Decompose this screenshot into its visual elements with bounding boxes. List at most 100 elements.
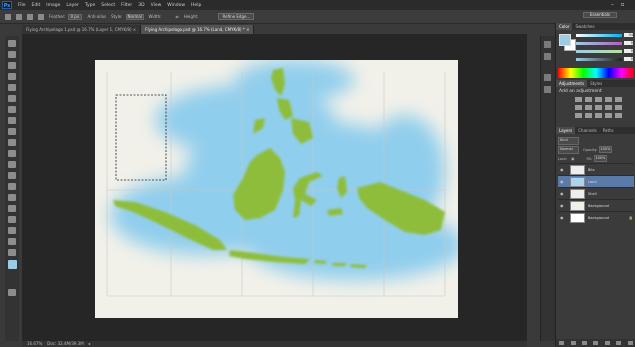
style-select[interactable]: Normal — [125, 13, 144, 20]
move-tool-icon[interactable] — [8, 40, 16, 47]
history-brush-tool-icon[interactable] — [8, 139, 16, 146]
eraser-tool-icon[interactable] — [8, 150, 16, 157]
hand-tool-icon[interactable] — [8, 238, 16, 245]
tab-swatches[interactable]: Swatches — [572, 23, 597, 30]
black-value[interactable]: 0 — [624, 57, 633, 61]
levels-icon[interactable] — [585, 97, 592, 102]
menu-image[interactable]: Image — [46, 3, 60, 8]
brightness-icon[interactable] — [575, 97, 582, 102]
menu-window[interactable]: Window — [167, 3, 185, 8]
menu-edit[interactable]: Edit — [32, 3, 41, 8]
menu-layer[interactable]: Layer — [66, 3, 79, 8]
yellow-value[interactable]: 0 — [624, 49, 633, 53]
menu-3d[interactable]: 3D — [138, 3, 144, 8]
layer-mask-icon[interactable] — [582, 341, 588, 345]
opacity-input[interactable]: 100% — [599, 146, 613, 153]
cyan-slider[interactable] — [576, 34, 622, 37]
blend-mode-select[interactable]: Normal — [558, 145, 579, 154]
visibility-eye-icon[interactable]: ◉ — [560, 167, 565, 172]
visibility-eye-icon[interactable]: ◉ — [560, 215, 565, 220]
menu-type[interactable]: Type — [85, 3, 95, 8]
menu-file[interactable]: File — [18, 3, 26, 8]
menu-help[interactable]: Help — [191, 3, 201, 8]
hue-saturation-icon[interactable] — [575, 105, 582, 110]
visibility-eye-icon[interactable]: ◉ — [560, 179, 565, 184]
cyan-value[interactable]: 34 — [624, 33, 633, 37]
marquee-tool-icon[interactable] — [5, 13, 11, 20]
doc-tab-1[interactable]: Flying Archipelago 1.psd @ 16.7% (Layer … — [22, 25, 142, 34]
tab-channels[interactable]: Channels — [575, 127, 600, 134]
type-tool-icon[interactable] — [8, 205, 16, 212]
path-select-tool-icon[interactable] — [8, 216, 16, 223]
minimize-icon[interactable]: – — [609, 1, 616, 8]
gradient-map-icon[interactable] — [605, 113, 612, 118]
layer-row[interactable]: ◉ Bits — [558, 163, 634, 175]
tab-color[interactable]: Color — [556, 23, 573, 30]
add-selection-icon[interactable] — [27, 13, 33, 20]
healing-tool-icon[interactable] — [8, 106, 16, 113]
doc-tab-2[interactable]: Flying Archipelago.psd @ 16.7% (Land, CM… — [141, 25, 255, 34]
visibility-eye-icon[interactable]: ◉ — [560, 191, 565, 196]
new-layer-icon[interactable] — [616, 341, 622, 345]
brush-tool-icon[interactable] — [8, 117, 16, 124]
yellow-slider[interactable] — [576, 50, 622, 53]
visibility-eye-icon[interactable]: ◉ — [560, 203, 565, 208]
menu-filter[interactable]: Filter — [121, 3, 132, 8]
black-slider[interactable] — [576, 58, 622, 61]
magenta-slider[interactable] — [576, 42, 622, 45]
layer-row[interactable]: ◉ Shell — [558, 187, 634, 199]
antialias-label[interactable]: Anti-alias — [87, 14, 106, 19]
properties-icon[interactable] — [544, 53, 551, 60]
history-icon[interactable] — [544, 41, 551, 48]
fill-input[interactable]: 100% — [594, 155, 608, 162]
screen-mode-icon[interactable] — [8, 289, 16, 296]
adjustment-layer-icon[interactable] — [593, 341, 599, 345]
curves-icon[interactable] — [595, 97, 602, 102]
tab-adjustments[interactable]: Adjustments — [556, 80, 588, 87]
eyedropper-tool-icon[interactable] — [8, 95, 16, 102]
swap-icon[interactable]: ⇄ — [175, 14, 178, 19]
crop-tool-icon[interactable] — [8, 84, 16, 91]
color-spectrum[interactable] — [558, 68, 634, 78]
subtract-selection-icon[interactable] — [38, 13, 44, 20]
layer-kind-select[interactable]: Kind — [558, 136, 579, 145]
refine-edge-button[interactable]: Refine Edge... — [218, 13, 255, 20]
workspace-switcher[interactable]: Essentials — [583, 12, 617, 18]
new-selection-icon[interactable] — [16, 13, 22, 20]
photo-filter-icon[interactable] — [605, 105, 612, 110]
channel-mixer-icon[interactable] — [615, 105, 622, 110]
paragraph-icon[interactable] — [544, 86, 551, 93]
menu-select[interactable]: Select — [101, 3, 115, 8]
character-icon[interactable] — [544, 74, 551, 81]
posterize-icon[interactable] — [585, 113, 592, 118]
tab-paths[interactable]: Paths — [600, 127, 617, 134]
lasso-tool-icon[interactable] — [8, 62, 16, 69]
color-balance-icon[interactable] — [585, 105, 592, 110]
menu-view[interactable]: View — [151, 3, 162, 8]
lock-icon[interactable]: ▣ — [571, 157, 574, 161]
layer-row[interactable]: ◉ Background — [558, 199, 634, 211]
zoom-tool-icon[interactable] — [8, 249, 16, 256]
marquee-tool-icon[interactable] — [8, 51, 16, 58]
selective-color-icon[interactable] — [615, 113, 622, 118]
clone-stamp-tool-icon[interactable] — [8, 128, 16, 135]
foreground-color-swatch[interactable] — [8, 260, 17, 269]
tab-layers[interactable]: Layers — [556, 127, 576, 134]
link-layers-icon[interactable] — [559, 341, 565, 345]
layer-style-icon[interactable] — [570, 341, 576, 345]
shape-tool-icon[interactable] — [8, 227, 16, 234]
vibrance-icon[interactable] — [615, 97, 622, 102]
quick-select-tool-icon[interactable] — [8, 73, 16, 80]
blur-tool-icon[interactable] — [8, 172, 16, 179]
tab-styles[interactable]: Styles — [587, 80, 605, 87]
zoom-level[interactable]: 16.67% — [27, 341, 42, 347]
layer-row-selected[interactable]: ◉ Land — [558, 175, 634, 187]
invert-icon[interactable] — [575, 113, 582, 118]
status-arrow-icon[interactable]: ▸ — [89, 341, 91, 347]
layer-row[interactable]: ◉ Background 🔒 — [558, 211, 634, 223]
maximize-icon[interactable]: ▫ — [619, 1, 626, 8]
gradient-tool-icon[interactable] — [8, 161, 16, 168]
feather-input[interactable]: 0 px — [68, 13, 83, 20]
document-canvas[interactable] — [95, 60, 458, 318]
black-white-icon[interactable] — [595, 105, 602, 110]
